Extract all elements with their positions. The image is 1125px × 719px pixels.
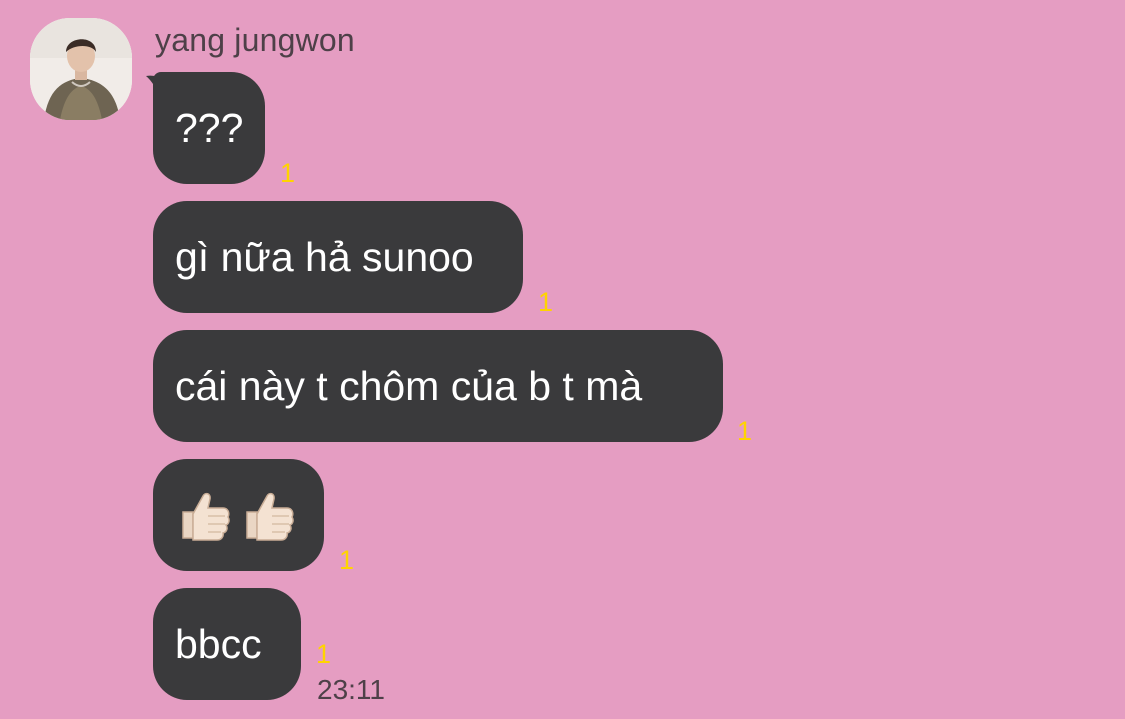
avatar[interactable] (30, 18, 132, 120)
message-bubble[interactable]: 👍🏻👍🏻 (153, 459, 324, 571)
message-timestamp: 23:11 (317, 674, 385, 705)
unread-count: 1 (280, 158, 296, 188)
unread-count: 1 (316, 639, 332, 669)
unread-count: 1 (339, 545, 355, 575)
message-text: ??? (175, 104, 244, 151)
profile-photo-icon (30, 18, 132, 120)
message-bubble[interactable]: bbcc (153, 588, 301, 700)
message-bubble[interactable]: cái này t chôm của b t mà (153, 330, 723, 442)
message-text: gì nữa hả sunoo (175, 233, 474, 280)
unread-count: 1 (538, 287, 554, 317)
message-text: cái này t chôm của b t mà (175, 362, 643, 409)
thumbs-up-icon (246, 492, 294, 541)
unread-count: 1 (737, 416, 753, 446)
message-bubble[interactable]: gì nữa hả sunoo (153, 201, 523, 313)
message-bubble[interactable]: ??? (153, 72, 265, 184)
thumbs-up-icon (182, 492, 230, 541)
message-text: bbcc (175, 620, 262, 667)
thumbs-up-emoji-pair (175, 486, 297, 544)
sender-name: yang jungwon (155, 22, 355, 58)
